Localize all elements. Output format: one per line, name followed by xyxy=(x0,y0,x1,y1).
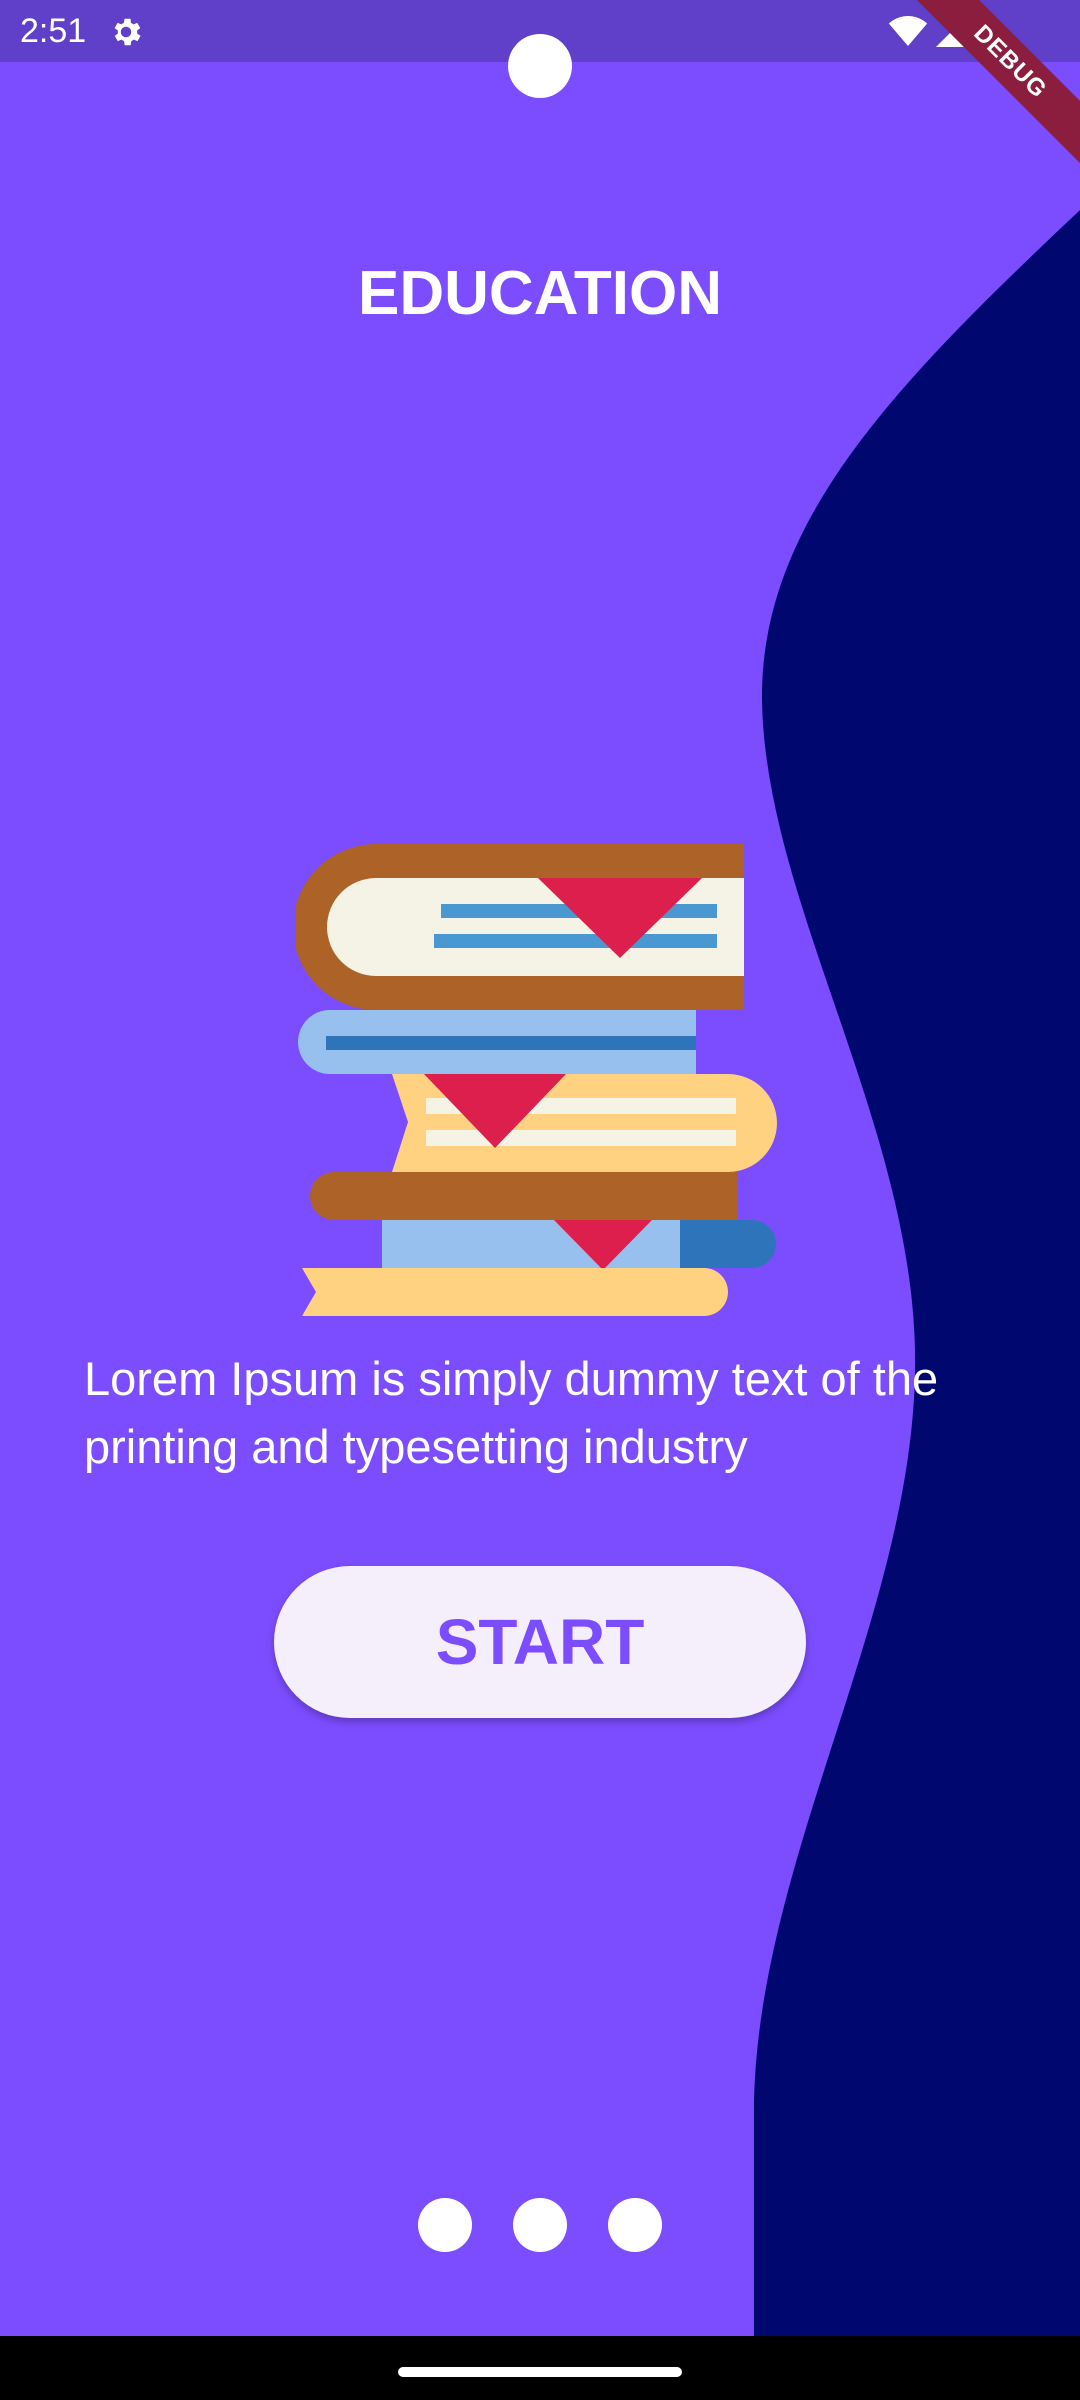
page-dot-3[interactable] xyxy=(608,2198,662,2252)
camera-cutout xyxy=(508,34,572,98)
page-dot-1[interactable] xyxy=(418,2198,472,2252)
gear-icon xyxy=(114,18,141,46)
start-button[interactable]: START xyxy=(274,1566,806,1718)
wifi-icon xyxy=(888,16,928,46)
page-indicator xyxy=(0,2198,1080,2252)
status-time: 2:51 xyxy=(20,12,87,50)
home-gesture-handle[interactable] xyxy=(398,2367,682,2377)
page-dot-2[interactable] xyxy=(513,2198,567,2252)
page-title: EDUCATION xyxy=(358,259,722,328)
description-text: Lorem Ipsum is simply dummy text of the … xyxy=(84,1352,939,1473)
books-stack-illustration xyxy=(296,844,777,1316)
onboarding-screen: 2:51 DEBUG EDUCATION Lorem Ipsum is simp… xyxy=(0,0,1080,2400)
